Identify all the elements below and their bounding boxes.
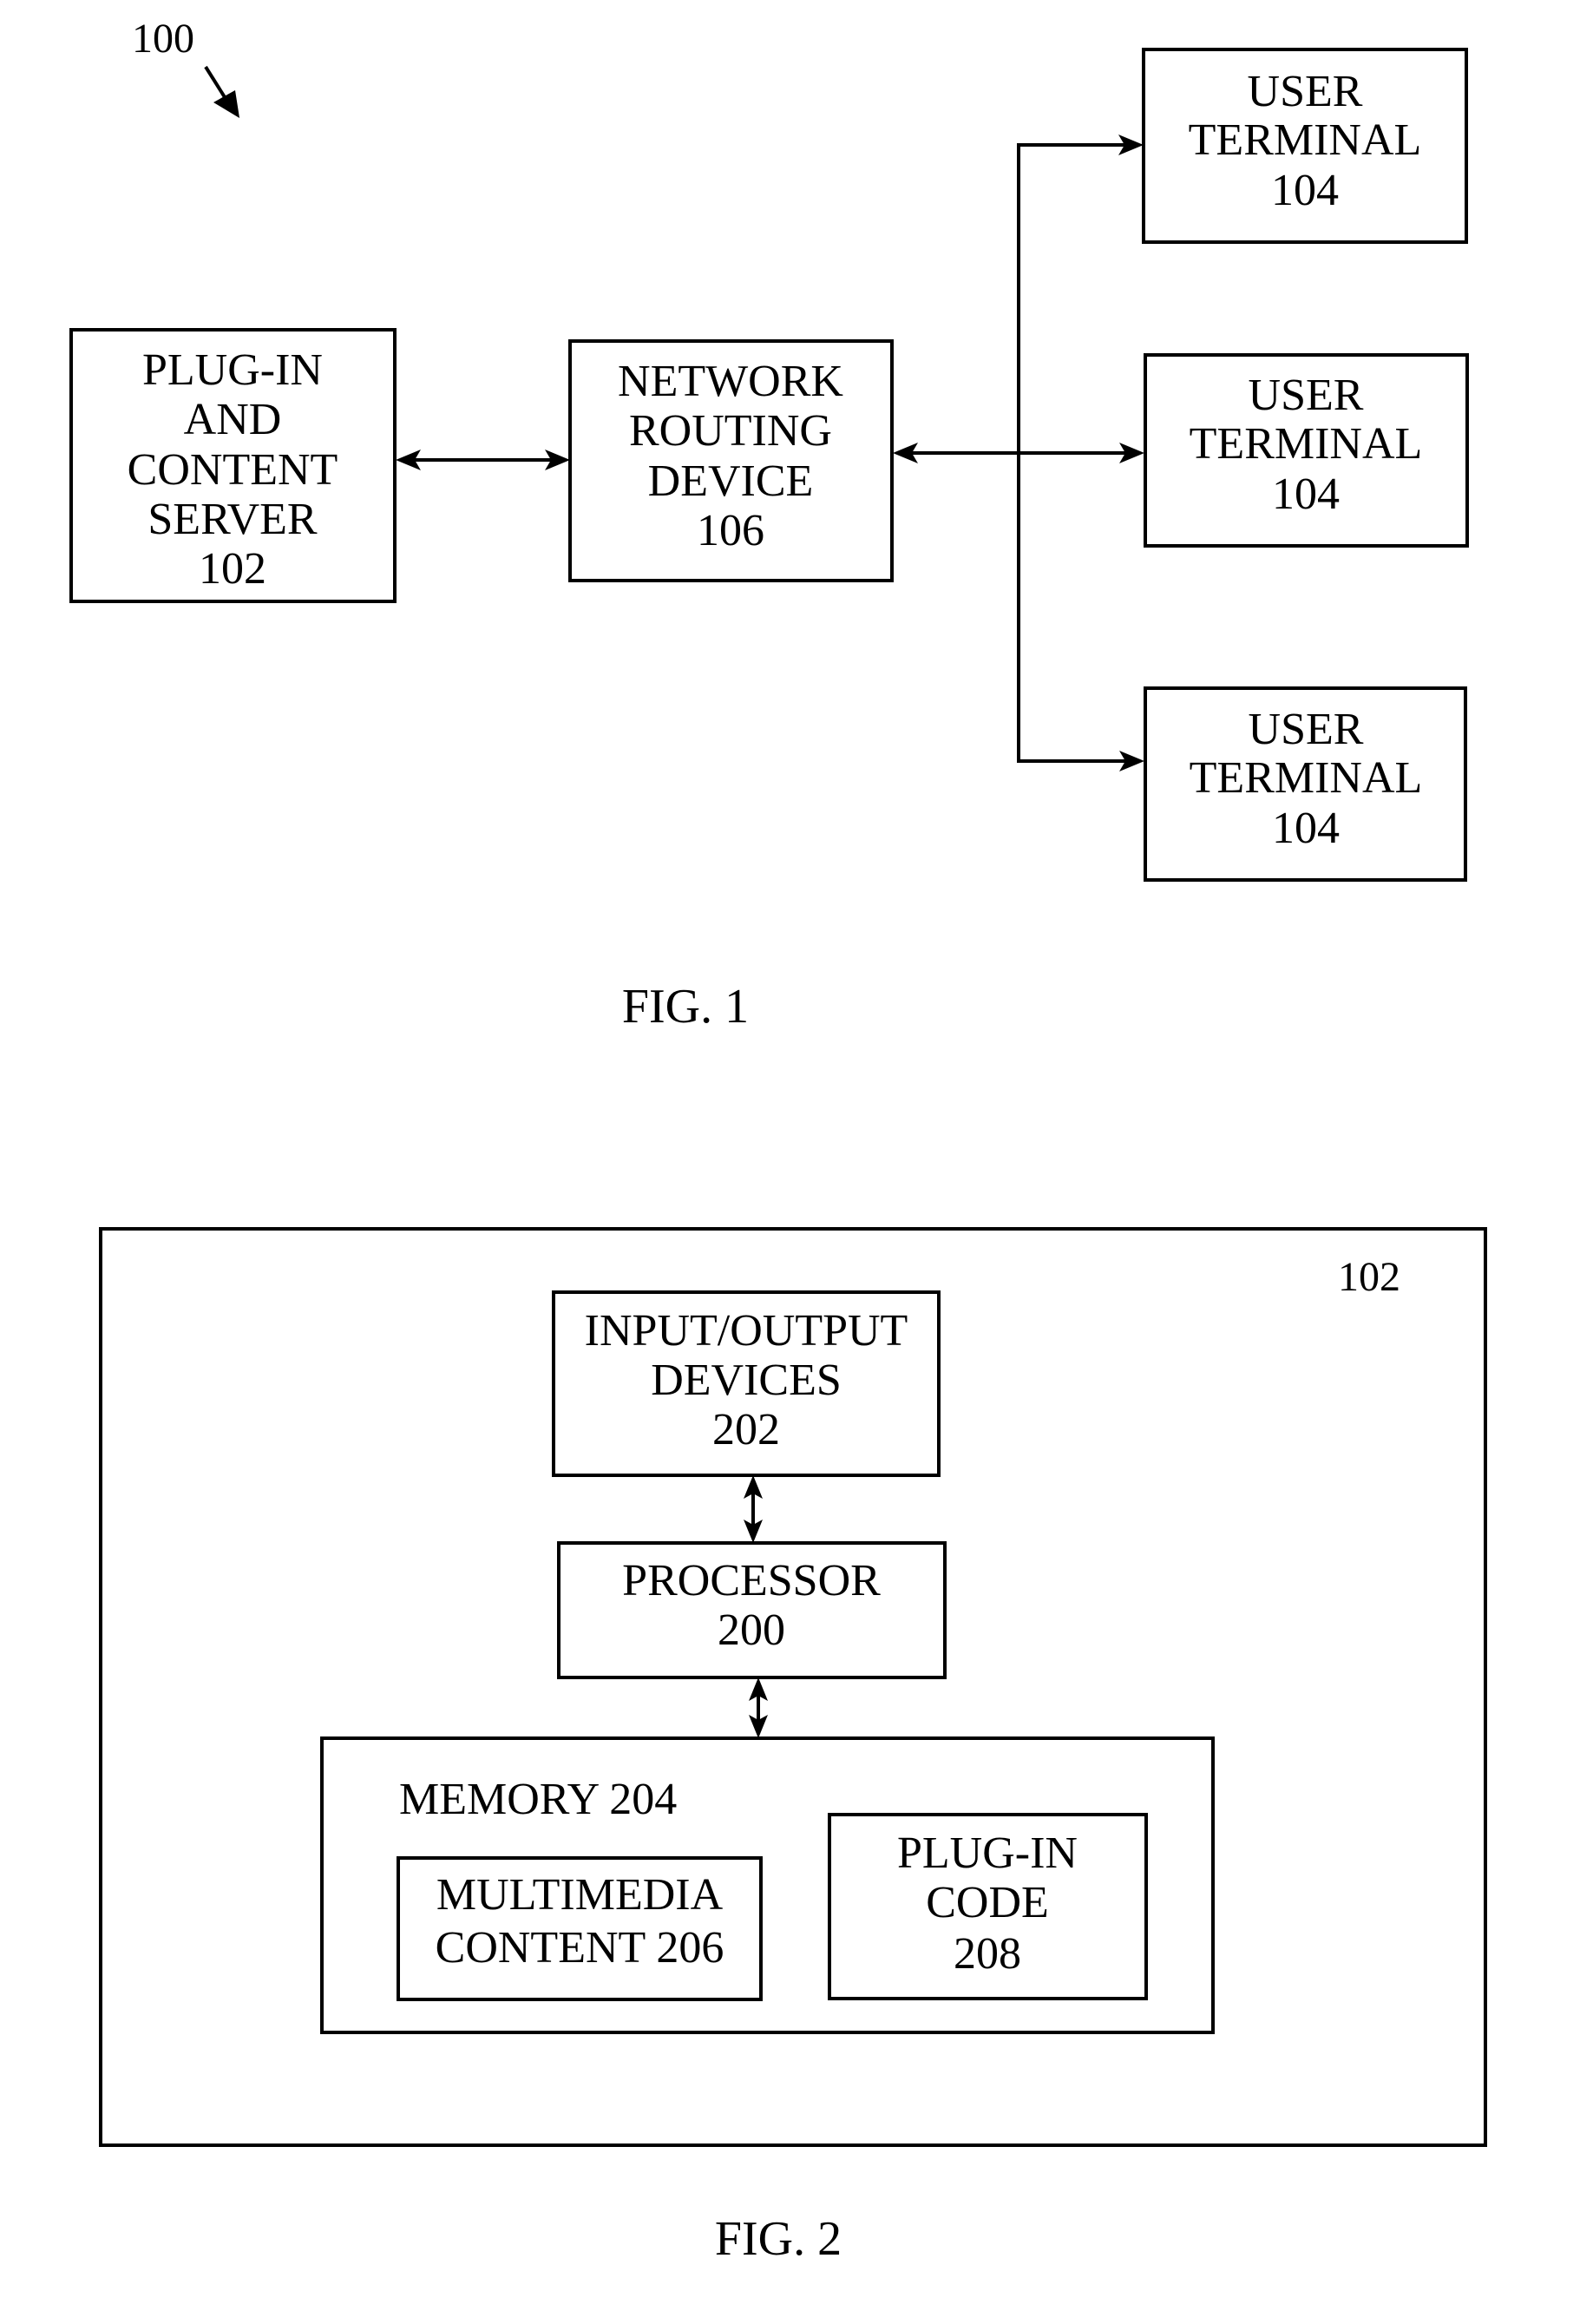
processor-memory-bidirectional-arrow-icon bbox=[749, 1677, 768, 1738]
figure-2-caption: FIG. 2 bbox=[715, 2212, 842, 2266]
plugin-code-ref-208: 208 bbox=[954, 1929, 1021, 1979]
processor-box[interactable]: PROCESSOR 200 bbox=[557, 1541, 947, 1679]
router-terminal-bus-arrows-icon bbox=[893, 135, 1144, 771]
plugin-code-line-1: PLUG-IN bbox=[897, 1828, 1078, 1878]
processor-ref-200: 200 bbox=[718, 1605, 785, 1655]
server-line-4: SERVER bbox=[148, 495, 318, 544]
multimedia-line-1: MULTIMEDIA bbox=[436, 1870, 724, 1920]
terminal-2-line-2: TERMINAL bbox=[1190, 419, 1423, 469]
figure-1-caption: FIG. 1 bbox=[622, 980, 749, 1034]
io-devices-box[interactable]: INPUT/OUTPUT DEVICES 202 bbox=[552, 1290, 941, 1477]
processor-line-1: PROCESSOR bbox=[622, 1556, 881, 1605]
io-line-2: DEVICES bbox=[651, 1356, 842, 1405]
reference-pointer-arrow-icon bbox=[204, 65, 239, 118]
terminal-1-line-2: TERMINAL bbox=[1189, 115, 1422, 165]
terminal-3-line-1: USER bbox=[1249, 705, 1364, 754]
server-line-1: PLUG-IN bbox=[142, 345, 323, 395]
router-line-2: ROUTING bbox=[629, 406, 832, 456]
terminal-1-line-1: USER bbox=[1248, 67, 1363, 116]
terminal-3-ref-104: 104 bbox=[1272, 804, 1340, 853]
user-terminal-box-2[interactable]: USER TERMINAL 104 bbox=[1144, 353, 1469, 548]
user-terminal-box-3[interactable]: USER TERMINAL 104 bbox=[1144, 686, 1467, 882]
memory-label-204: MEMORY 204 bbox=[399, 1775, 677, 1824]
figure-2: 102 INPUT/OUTPUT DEVICES 202 PROCESSOR 2… bbox=[99, 1227, 1487, 2266]
router-line-1: NETWORK bbox=[618, 357, 843, 406]
terminal-1-ref-104: 104 bbox=[1271, 166, 1339, 215]
multimedia-content-box[interactable]: MULTIMEDIA CONTENT 206 bbox=[397, 1856, 763, 2001]
io-processor-bidirectional-arrow-icon bbox=[744, 1475, 763, 1543]
io-line-1: INPUT/OUTPUT bbox=[585, 1306, 908, 1356]
terminal-3-line-2: TERMINAL bbox=[1190, 753, 1423, 803]
server-line-3: CONTENT bbox=[128, 445, 338, 495]
user-terminal-box-1[interactable]: USER TERMINAL 104 bbox=[1142, 48, 1468, 244]
server-ref-102: 102 bbox=[199, 544, 266, 594]
reference-label-100: 100 bbox=[132, 16, 194, 62]
plugin-code-line-2: CODE bbox=[926, 1878, 1049, 1927]
container-ref-102: 102 bbox=[1338, 1254, 1400, 1300]
router-line-3: DEVICE bbox=[648, 456, 814, 506]
figure-1: 100 PLUG-IN AND CONTENT SERVER 102 NETWO… bbox=[69, 16, 1469, 1034]
patent-drawing-sheet: 100 PLUG-IN AND CONTENT SERVER 102 NETWO… bbox=[69, 16, 1487, 2266]
server-router-bidirectional-arrow-icon bbox=[396, 450, 570, 470]
plugin-content-server-box[interactable]: PLUG-IN AND CONTENT SERVER 102 bbox=[69, 328, 397, 603]
server-line-2: AND bbox=[184, 395, 282, 444]
terminal-2-ref-104: 104 bbox=[1272, 469, 1340, 519]
memory-box[interactable]: MEMORY 204 MULTIMEDIA CONTENT 206 PLUG-I… bbox=[320, 1736, 1215, 2034]
terminal-2-line-1: USER bbox=[1249, 371, 1364, 420]
network-routing-device-box[interactable]: NETWORK ROUTING DEVICE 106 bbox=[568, 339, 894, 582]
router-ref-106: 106 bbox=[697, 506, 764, 555]
plugin-code-box[interactable]: PLUG-IN CODE 208 bbox=[828, 1813, 1148, 2000]
io-ref-202: 202 bbox=[712, 1405, 780, 1454]
multimedia-line-2: CONTENT 206 bbox=[436, 1923, 724, 1973]
